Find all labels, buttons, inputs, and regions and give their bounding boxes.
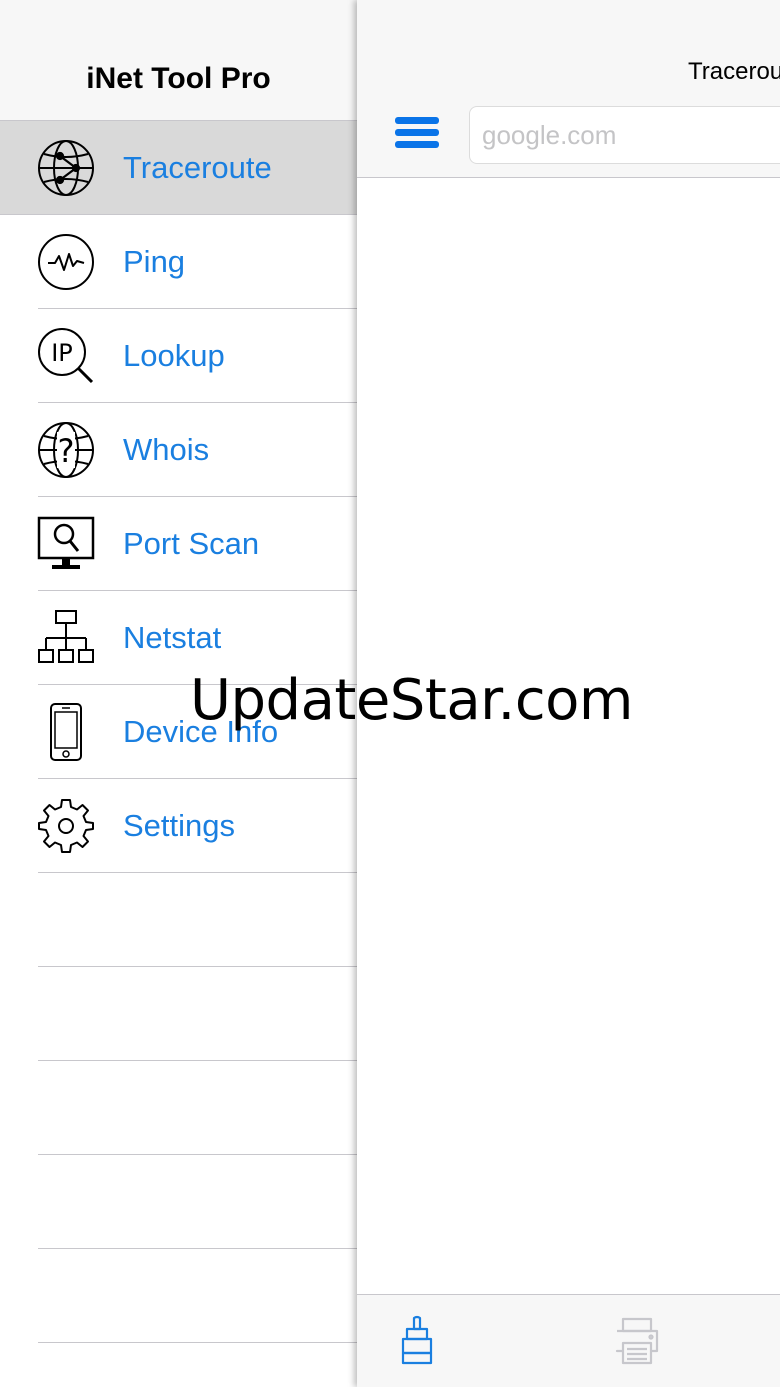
screen: iNet Tool Pro Traceroute Ping IP Lookup … (0, 0, 780, 1387)
empty-row (0, 873, 357, 967)
bottom-toolbar (357, 1294, 780, 1387)
sidebar-item-whois[interactable]: ? Whois (0, 403, 357, 497)
whois-globe-icon: ? (38, 422, 94, 478)
empty-row (0, 1155, 357, 1249)
page-title: Tracerou (688, 58, 780, 85)
empty-row (0, 1249, 357, 1343)
sidebar-item-label: Netstat (123, 620, 222, 655)
traceroute-globe-icon (38, 140, 94, 196)
printer-icon[interactable] (611, 1315, 663, 1367)
sidebar-item-ping[interactable]: Ping (0, 215, 357, 309)
device-phone-icon (50, 703, 82, 761)
sidebar-item-label: Lookup (123, 338, 225, 373)
sidebar-item-label: Ping (123, 244, 186, 279)
ping-pulse-icon (38, 234, 94, 290)
host-input[interactable] (469, 106, 780, 164)
brush-icon[interactable] (391, 1315, 443, 1367)
sidebar-item-port-scan[interactable]: Port Scan (0, 497, 357, 591)
sidebar-item-label: Whois (123, 432, 210, 467)
sidebar-header: iNet Tool Pro (0, 0, 357, 121)
sidebar-item-label: Traceroute (123, 150, 272, 185)
sidebar-item-label: Port Scan (123, 526, 260, 561)
gear-icon (38, 799, 94, 853)
empty-row (0, 1061, 357, 1155)
empty-row (0, 967, 357, 1061)
app-title: iNet Tool Pro (86, 62, 271, 95)
sidebar-item-settings[interactable]: Settings (0, 779, 357, 873)
netstat-network-icon (38, 610, 94, 663)
ip-lookup-icon: IP (38, 328, 94, 384)
results-area (357, 178, 780, 1294)
watermark-text: UpdateStar.com (190, 668, 633, 733)
sidebar-item-label: Settings (123, 808, 236, 843)
sidebar-item-lookup[interactable]: IP Lookup (0, 309, 357, 403)
sidebar-item-traceroute[interactable]: Traceroute (0, 121, 357, 215)
svg-text:?: ? (58, 432, 75, 470)
svg-text:IP: IP (51, 339, 73, 367)
main-header: Tracerou (357, 0, 780, 178)
port-scan-monitor-icon (37, 516, 95, 569)
menu-icon[interactable] (395, 117, 439, 151)
